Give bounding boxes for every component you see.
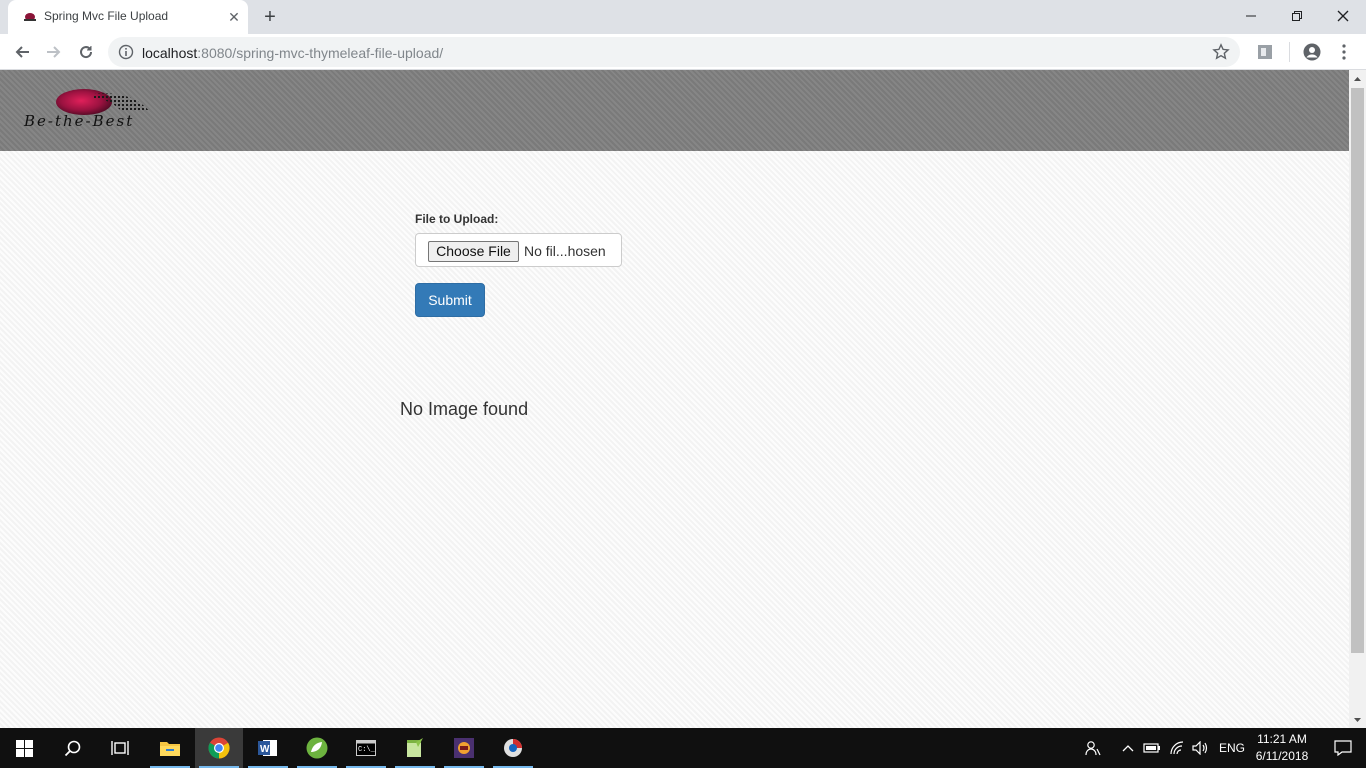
restore-icon: [1292, 11, 1302, 21]
site-header: Be-the-Best: [0, 70, 1349, 151]
notification-icon: [1334, 740, 1352, 756]
app-taskbar-button[interactable]: [489, 728, 537, 768]
spring-tool-suite-button[interactable]: [293, 728, 341, 768]
close-window-button[interactable]: [1320, 0, 1366, 32]
choose-file-button[interactable]: Choose File: [428, 241, 519, 262]
extension-icon: [1258, 45, 1272, 59]
task-view-icon: [111, 741, 129, 755]
spring-leaf-icon: [306, 737, 328, 759]
minimize-button[interactable]: [1228, 0, 1274, 32]
media-app-icon: [454, 738, 474, 758]
back-button[interactable]: [8, 38, 36, 66]
app-icon: [504, 739, 522, 757]
clock-date: 6/11/2018: [1255, 749, 1309, 763]
more-vertical-icon: [1342, 44, 1346, 60]
reload-button[interactable]: [72, 38, 100, 66]
search-button[interactable]: [48, 728, 96, 768]
word-icon: W: [258, 740, 277, 756]
file-status-text: No fil...hosen: [524, 243, 606, 259]
address-bar[interactable]: localhost:8080/spring-mvc-thymeleaf-file…: [108, 37, 1240, 67]
browser-tab-strip: Spring Mvc File Upload ✕ +: [0, 0, 1366, 34]
task-view-button[interactable]: [96, 728, 144, 768]
windows-start-icon: [15, 739, 33, 757]
toolbar-divider: [1289, 42, 1290, 62]
search-icon: [64, 740, 80, 756]
media-app-button[interactable]: [440, 728, 488, 768]
svg-text:W: W: [260, 744, 270, 755]
terminal-taskbar-button[interactable]: C:\_: [342, 728, 390, 768]
close-icon: [1337, 10, 1349, 22]
svg-text:C:\_: C:\_: [358, 746, 376, 754]
notepad-plus-plus-button[interactable]: [391, 728, 439, 768]
minimize-icon: [1246, 15, 1256, 17]
page-scrollbar[interactable]: [1349, 70, 1366, 728]
action-center-button[interactable]: [1320, 728, 1366, 768]
forward-button[interactable]: [40, 38, 68, 66]
word-taskbar-button[interactable]: W: [244, 728, 292, 768]
arrow-right-icon: [47, 46, 61, 58]
upload-form: File to Upload: Choose File No fil...hos…: [415, 212, 622, 317]
svg-text:Be-the-Best: Be-the-Best: [23, 112, 134, 130]
menu-button[interactable]: [1330, 38, 1358, 66]
input-language-indicator[interactable]: ENG: [1219, 741, 1245, 755]
arrow-left-icon: [15, 46, 29, 58]
page-viewport: Be-the-Best File to Upload: Choose File …: [0, 70, 1349, 728]
chrome-icon: [208, 737, 230, 759]
scroll-down-icon[interactable]: [1349, 711, 1366, 728]
scroll-thumb[interactable]: [1351, 88, 1364, 653]
submit-button[interactable]: Submit: [415, 283, 485, 317]
windows-taskbar: W C:\_ ENG 11:21 AM 6/11/2018: [0, 728, 1366, 768]
profile-button[interactable]: [1298, 38, 1326, 66]
people-icon[interactable]: [1084, 739, 1102, 757]
file-explorer-button[interactable]: [146, 728, 194, 768]
bookmark-star-icon[interactable]: [1212, 43, 1230, 61]
browser-toolbar: localhost:8080/spring-mvc-thymeleaf-file…: [0, 34, 1366, 70]
browser-tab[interactable]: Spring Mvc File Upload ✕: [8, 0, 248, 34]
scroll-up-icon[interactable]: [1349, 70, 1366, 87]
chrome-taskbar-button[interactable]: [195, 728, 243, 768]
restore-button[interactable]: [1274, 0, 1320, 32]
new-tab-button[interactable]: +: [258, 6, 282, 28]
system-clock[interactable]: 11:21 AM 6/11/2018: [1250, 731, 1314, 765]
account-icon: [1303, 43, 1321, 61]
no-image-message: No Image found: [400, 399, 529, 419]
info-icon[interactable]: [118, 44, 134, 60]
tab-title: Spring Mvc File Upload: [44, 9, 169, 23]
start-button[interactable]: [0, 728, 48, 768]
url-text[interactable]: localhost:8080/spring-mvc-thymeleaf-file…: [142, 45, 443, 61]
file-input[interactable]: Choose File No fil...hosen: [415, 233, 622, 267]
tab-close-icon[interactable]: ✕: [226, 9, 242, 25]
site-favicon-icon: [24, 13, 36, 21]
wifi-icon[interactable]: [1168, 739, 1186, 757]
file-explorer-icon: [160, 742, 180, 756]
reload-icon: [80, 46, 93, 59]
file-upload-label: File to Upload:: [415, 212, 499, 226]
notepad-plus-plus-icon: [407, 738, 423, 757]
site-logo[interactable]: Be-the-Best: [22, 88, 182, 130]
clock-time: 11:21 AM: [1257, 732, 1307, 746]
terminal-icon: C:\_: [356, 740, 376, 756]
battery-icon[interactable]: [1143, 739, 1161, 757]
volume-icon[interactable]: [1191, 739, 1209, 757]
extension-button[interactable]: [1251, 38, 1279, 66]
show-hidden-icons-icon[interactable]: [1119, 739, 1137, 757]
